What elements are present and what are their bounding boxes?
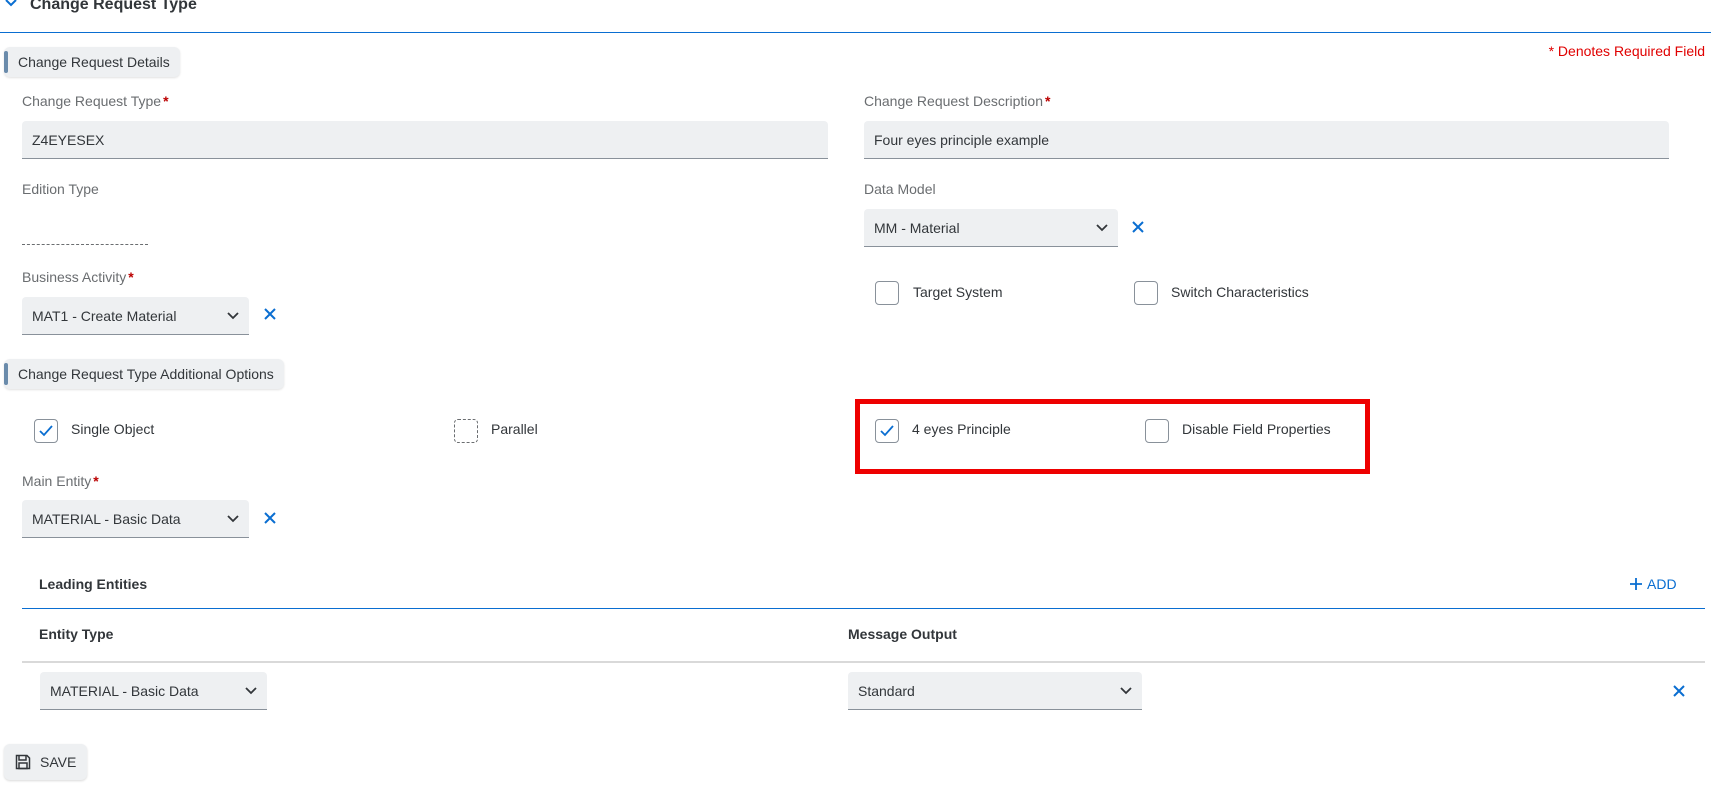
section-header[interactable]: Change Request Type bbox=[0, 0, 1711, 33]
required-field-note: * Denotes Required Field bbox=[1548, 43, 1705, 59]
required-asterisk: * bbox=[1045, 93, 1051, 109]
table-header-divider bbox=[22, 608, 1705, 609]
data-model-select[interactable]: MM - Material bbox=[864, 209, 1118, 247]
switch-characteristics-label: Switch Characteristics bbox=[1171, 284, 1309, 300]
cr-type-input[interactable]: Z4EYESEX bbox=[22, 121, 828, 159]
column-header-message-output: Message Output bbox=[848, 626, 957, 642]
required-asterisk: * bbox=[128, 269, 134, 285]
leading-entities-title: Leading Entities bbox=[39, 576, 148, 592]
switch-characteristics-checkbox[interactable] bbox=[1134, 281, 1158, 305]
parallel-label: Parallel bbox=[491, 421, 538, 437]
checkmark-icon bbox=[39, 425, 53, 437]
add-button[interactable]: ADD bbox=[1629, 576, 1677, 592]
required-asterisk: * bbox=[163, 93, 169, 109]
cr-type-label: Change Request Type * bbox=[22, 93, 169, 109]
plus-icon bbox=[1630, 578, 1642, 590]
cr-description-label: Change Request Description * bbox=[864, 93, 1051, 109]
required-asterisk: * bbox=[93, 473, 99, 489]
cr-description-input[interactable]: Four eyes principle example bbox=[864, 121, 1669, 159]
edition-type-label: Edition Type bbox=[22, 181, 99, 197]
save-icon bbox=[15, 754, 31, 770]
parallel-checkbox[interactable] bbox=[454, 419, 478, 443]
main-entity-select[interactable]: MATERIAL - Basic Data bbox=[22, 500, 249, 538]
business-activity-select[interactable]: MAT1 - Create Material bbox=[22, 297, 249, 335]
chevron-down-icon bbox=[245, 687, 257, 695]
chevron-down-icon bbox=[1096, 224, 1108, 232]
section-title: Change Request Type bbox=[30, 0, 197, 13]
entity-type-select[interactable]: MATERIAL - Basic Data bbox=[40, 672, 267, 710]
chevron-down-icon bbox=[227, 515, 239, 523]
business-activity-label: Business Activity * bbox=[22, 269, 134, 285]
main-entity-label: Main Entity * bbox=[22, 473, 99, 489]
column-header-divider bbox=[22, 661, 1705, 663]
message-output-select[interactable]: Standard bbox=[848, 672, 1142, 710]
target-system-label: Target System bbox=[913, 284, 1003, 300]
group-title: Change Request Details bbox=[18, 54, 170, 70]
delete-row-icon[interactable] bbox=[1671, 683, 1687, 699]
chevron-down-icon bbox=[1120, 687, 1132, 695]
data-model-label: Data Model bbox=[864, 181, 936, 197]
highlight-annotation-box bbox=[855, 399, 1370, 474]
group-change-request-details: Change Request Details bbox=[4, 47, 180, 77]
edition-type-empty-field[interactable] bbox=[22, 244, 148, 245]
target-system-checkbox[interactable] bbox=[875, 281, 899, 305]
save-button[interactable]: SAVE bbox=[4, 744, 87, 780]
clear-icon[interactable] bbox=[1130, 219, 1146, 235]
clear-icon[interactable] bbox=[262, 510, 278, 526]
column-header-entity-type: Entity Type bbox=[39, 626, 114, 642]
clear-icon[interactable] bbox=[262, 306, 278, 322]
single-object-checkbox[interactable] bbox=[34, 419, 58, 443]
table-row: MATERIAL - Basic Data Standard bbox=[22, 666, 1705, 716]
chevron-down-icon[interactable] bbox=[4, 0, 18, 10]
chevron-down-icon bbox=[227, 312, 239, 320]
group-additional-options: Change Request Type Additional Options bbox=[4, 359, 284, 389]
single-object-label: Single Object bbox=[71, 421, 155, 437]
group-title: Change Request Type Additional Options bbox=[18, 366, 274, 382]
